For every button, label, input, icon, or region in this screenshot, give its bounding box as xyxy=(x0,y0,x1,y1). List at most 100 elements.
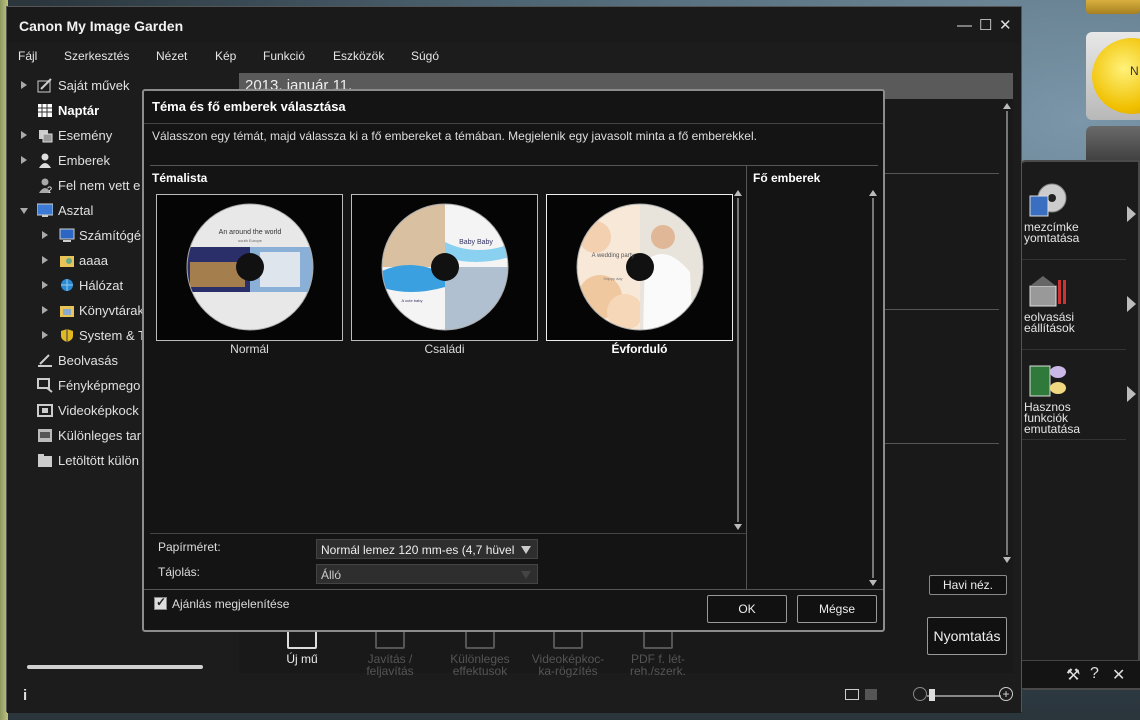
side-item-scan-settings[interactable]: eolvasási eállítások xyxy=(1020,262,1136,350)
main-people-panel: Fő emberek xyxy=(746,165,878,589)
chevron-right-icon xyxy=(1127,206,1136,222)
expand-arrow-icon[interactable] xyxy=(42,231,48,239)
disc-preview-normal: An around the world south Europe xyxy=(186,203,314,331)
expand-arrow-icon[interactable] xyxy=(21,81,27,89)
chevron-down-icon xyxy=(521,571,531,579)
special-content-icon xyxy=(38,429,52,442)
divider xyxy=(144,123,883,124)
menu-help[interactable]: Súgó xyxy=(411,49,439,63)
settings-tools-icon[interactable]: ⚒ xyxy=(1066,665,1080,685)
scroll-down-icon[interactable] xyxy=(1003,557,1011,563)
downloaded-folder-icon xyxy=(38,454,52,467)
unregistered-person-icon: ? xyxy=(39,178,52,193)
paper-size-label: Papírméret: xyxy=(158,540,221,554)
theme-thumbnail-anniversary[interactable]: A wedding party Happy day xyxy=(546,194,733,341)
svg-text:An around the world: An around the world xyxy=(219,229,282,236)
divider xyxy=(144,589,883,590)
collapse-arrow-icon[interactable] xyxy=(20,208,28,214)
menu-file[interactable]: Fájl xyxy=(18,49,37,63)
expand-arrow-icon[interactable] xyxy=(42,256,48,264)
maximize-icon[interactable]: ☐ xyxy=(979,18,992,33)
title-bar[interactable]: Canon My Image Garden — ☐ ✕ xyxy=(7,7,1021,43)
orientation-select[interactable]: Álló xyxy=(316,564,538,584)
side-item-useful-functions[interactable]: Hasznos funkciók emutatása xyxy=(1020,352,1136,440)
scroll-down-icon[interactable] xyxy=(869,580,877,586)
svg-text:A wedding party: A wedding party xyxy=(592,253,635,259)
folder-user-icon xyxy=(60,256,74,267)
useful-functions-icon xyxy=(1029,365,1066,397)
chevron-down-icon xyxy=(521,546,531,554)
zoom-slider[interactable] xyxy=(927,695,1001,697)
svg-text:south Europe: south Europe xyxy=(238,238,263,243)
theme-thumbnail-family[interactable]: Baby Baby A cute baby xyxy=(351,194,538,341)
scan-icon xyxy=(38,354,52,367)
special-effects-tool[interactable]: Különleges effektusok xyxy=(435,625,525,677)
person-icon xyxy=(39,153,51,168)
quick-menu-toolbar: ⚒ ? ✕ xyxy=(1020,660,1140,688)
svg-text:Happy day: Happy day xyxy=(603,276,622,281)
scroll-down-icon[interactable] xyxy=(734,524,742,530)
dialog-description: Válasszon egy témát, majd válassza ki a … xyxy=(152,129,757,143)
menu-view[interactable]: Nézet xyxy=(156,49,187,63)
zoom-in-icon[interactable]: + xyxy=(999,687,1013,701)
pdf-create-edit-tool[interactable]: PDF f. lét- reh./szerk. xyxy=(613,625,703,677)
close-icon[interactable]: ✕ xyxy=(1112,665,1125,685)
info-icon[interactable]: i xyxy=(23,687,27,704)
expand-arrow-icon[interactable] xyxy=(42,331,48,339)
scroll-up-icon[interactable] xyxy=(869,190,877,196)
ok-button[interactable]: OK xyxy=(707,595,787,623)
show-recommendation-label: Ajánlás megjelenítése xyxy=(172,597,290,611)
close-icon[interactable]: ✕ xyxy=(999,18,1012,33)
main-people-scrollbar[interactable] xyxy=(869,190,877,586)
network-icon xyxy=(61,279,73,291)
video-frame-capture-tool[interactable]: Videoképkoc- ka-rögzítés xyxy=(523,625,613,677)
disc-label-icon xyxy=(1029,183,1067,217)
theme-label-family: Családi xyxy=(424,342,465,356)
desktop-icon xyxy=(37,203,53,217)
menu-image[interactable]: Kép xyxy=(215,49,236,63)
thumbnail-view-icon[interactable] xyxy=(865,689,877,700)
divider xyxy=(150,533,746,534)
weather-gadget[interactable]: N xyxy=(1086,32,1140,120)
menu-edit[interactable]: Szerkesztés xyxy=(64,49,129,63)
scroll-up-icon[interactable] xyxy=(1003,103,1011,109)
zoom-out-icon[interactable] xyxy=(913,687,927,701)
expand-arrow-icon[interactable] xyxy=(21,131,27,139)
libraries-icon xyxy=(60,306,74,317)
video-frame-icon xyxy=(37,404,53,417)
scroll-up-icon[interactable] xyxy=(734,190,742,196)
desktop-gadget-top[interactable] xyxy=(1086,0,1140,14)
works-icon xyxy=(37,78,52,93)
help-icon[interactable]: ? xyxy=(1090,665,1099,683)
expand-arrow-icon[interactable] xyxy=(42,306,48,314)
theme-list-heading: Témalista xyxy=(152,171,208,185)
sidebar-horizontal-scrollbar[interactable] xyxy=(17,663,227,671)
theme-list-scrollbar[interactable] xyxy=(734,190,742,530)
print-button[interactable]: Nyomtatás xyxy=(927,617,1007,655)
theme-label-normal: Normál xyxy=(230,342,269,356)
dialog-title: Téma és fő emberek választása xyxy=(152,99,346,114)
list-view-icon[interactable] xyxy=(845,689,859,700)
disc-preview-family: Baby Baby A cute baby xyxy=(381,203,509,331)
menu-bar: Fájl Szerkesztés Nézet Kép Funkció Eszkö… xyxy=(7,45,1021,69)
svg-text:A cute baby: A cute baby xyxy=(402,298,423,303)
theme-thumbnail-normal[interactable]: An around the world south Europe xyxy=(156,194,343,341)
show-recommendation-checkbox[interactable] xyxy=(154,595,167,610)
expand-arrow-icon[interactable] xyxy=(42,281,48,289)
svg-text:Baby Baby: Baby Baby xyxy=(459,239,493,246)
correct-enhance-tool[interactable]: Javítás / feljavítás xyxy=(345,625,435,677)
month-view-button[interactable]: Havi néz. xyxy=(929,575,1007,595)
menu-function[interactable]: Funkció xyxy=(263,49,305,63)
theme-label-anniversary: Évforduló xyxy=(611,342,668,356)
expand-arrow-icon[interactable] xyxy=(21,156,27,164)
zoom-slider-thumb[interactable] xyxy=(929,689,935,701)
paper-size-select[interactable]: Normál lemez 120 mm-es (4,7 hüvel xyxy=(316,539,538,559)
window-title: Canon My Image Garden xyxy=(19,18,184,34)
minimize-icon[interactable]: — xyxy=(957,18,972,33)
content-vertical-scrollbar[interactable] xyxy=(1003,103,1011,563)
side-item-disc-label-print[interactable]: mezcímke yomtatása xyxy=(1020,172,1136,260)
menu-tools[interactable]: Eszközök xyxy=(333,49,384,63)
chevron-right-icon xyxy=(1127,296,1136,312)
cancel-button[interactable]: Mégse xyxy=(797,595,877,623)
scrollbar-thumb[interactable] xyxy=(27,665,203,669)
